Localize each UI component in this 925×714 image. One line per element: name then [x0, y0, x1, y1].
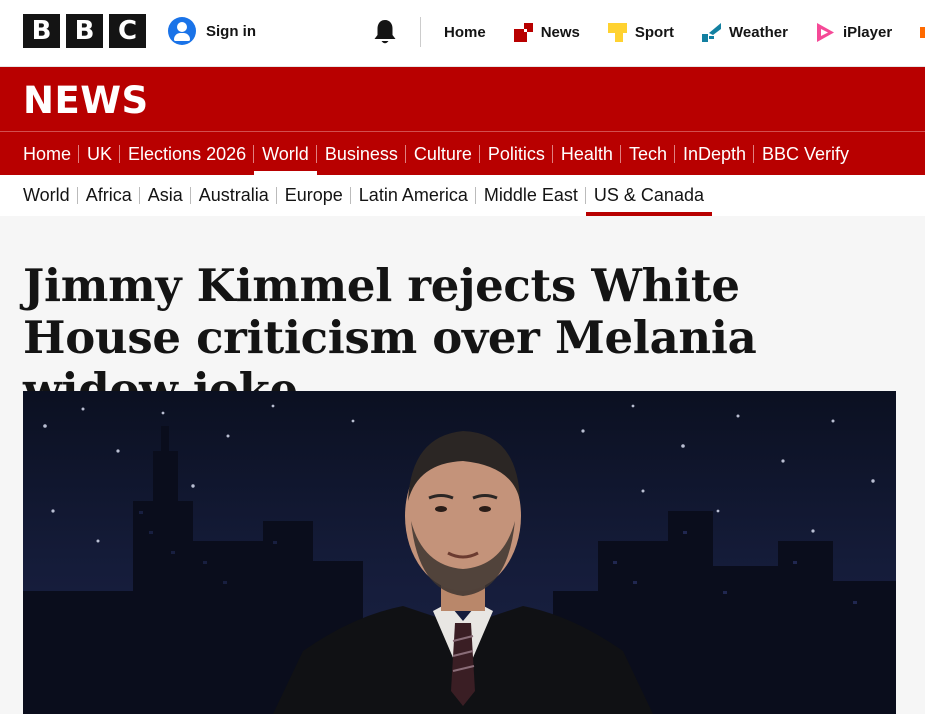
- iplayer-icon: [816, 22, 834, 42]
- primary-nav-uk[interactable]: UK: [78, 133, 120, 175]
- bbc-logo[interactable]: B B C: [23, 14, 146, 48]
- global-nav-iplayer[interactable]: iPlayer: [816, 22, 893, 42]
- global-header: B B C Sign in Home News Sport Weather iP…: [0, 0, 925, 67]
- secondary-nav-latin-america[interactable]: Latin America: [349, 175, 476, 216]
- primary-nav-world[interactable]: World: [253, 133, 317, 175]
- news-icon: [513, 22, 533, 42]
- hero-illustration: [23, 404, 896, 714]
- weather-icon: [702, 22, 722, 42]
- news-wordmark[interactable]: NEWS: [23, 82, 149, 119]
- primary-nav-politics[interactable]: Politics: [478, 133, 553, 175]
- sounds-icon[interactable]: [920, 23, 925, 42]
- primary-nav-elections[interactable]: Elections 2026: [119, 133, 254, 175]
- sign-in-label: Sign in: [206, 22, 256, 40]
- global-nav-news[interactable]: News: [513, 22, 580, 42]
- primary-nav-culture[interactable]: Culture: [404, 133, 480, 175]
- hero-photo[interactable]: [23, 391, 896, 714]
- secondary-nav-australia[interactable]: Australia: [189, 175, 277, 216]
- secondary-nav-world[interactable]: World: [23, 175, 78, 216]
- global-nav-label: News: [540, 23, 580, 41]
- sport-icon: [607, 22, 627, 42]
- secondary-nav-us-canada[interactable]: US & Canada: [584, 175, 713, 216]
- primary-nav: Home UK Elections 2026 World Business Cu…: [23, 133, 857, 175]
- account-icon: [168, 17, 196, 45]
- global-nav-label: Home: [444, 23, 486, 41]
- global-nav-label: Weather: [729, 23, 788, 41]
- global-nav: Home News Sport Weather iPlayer: [444, 0, 925, 64]
- notifications-bell-icon[interactable]: [372, 18, 398, 46]
- secondary-nav-middle-east[interactable]: Middle East: [474, 175, 586, 216]
- logo-letter: C: [109, 14, 146, 48]
- primary-nav-indepth[interactable]: InDepth: [673, 133, 754, 175]
- global-nav-label: Sport: [634, 23, 675, 41]
- global-nav-sport[interactable]: Sport: [607, 22, 675, 42]
- primary-nav-tech[interactable]: Tech: [619, 133, 675, 175]
- secondary-nav-africa[interactable]: Africa: [76, 175, 140, 216]
- secondary-nav-list: World Africa Asia Australia Europe Latin…: [23, 175, 713, 216]
- secondary-nav-asia[interactable]: Asia: [138, 175, 191, 216]
- masthead-divider: [0, 131, 925, 132]
- sign-in-button[interactable]: Sign in: [168, 17, 256, 45]
- header-divider: [420, 17, 421, 47]
- primary-nav-business[interactable]: Business: [315, 133, 406, 175]
- global-nav-home[interactable]: Home: [444, 24, 486, 41]
- primary-nav-bbc-verify[interactable]: BBC Verify: [753, 133, 857, 175]
- logo-letter: B: [66, 14, 103, 48]
- secondary-nav-europe[interactable]: Europe: [275, 175, 351, 216]
- global-nav-weather[interactable]: Weather: [702, 22, 788, 42]
- secondary-nav: World Africa Asia Australia Europe Latin…: [0, 175, 925, 216]
- global-nav-label: iPlayer: [842, 23, 893, 41]
- logo-letter: B: [23, 14, 60, 48]
- primary-nav-health[interactable]: Health: [551, 133, 621, 175]
- primary-nav-home[interactable]: Home: [23, 133, 79, 175]
